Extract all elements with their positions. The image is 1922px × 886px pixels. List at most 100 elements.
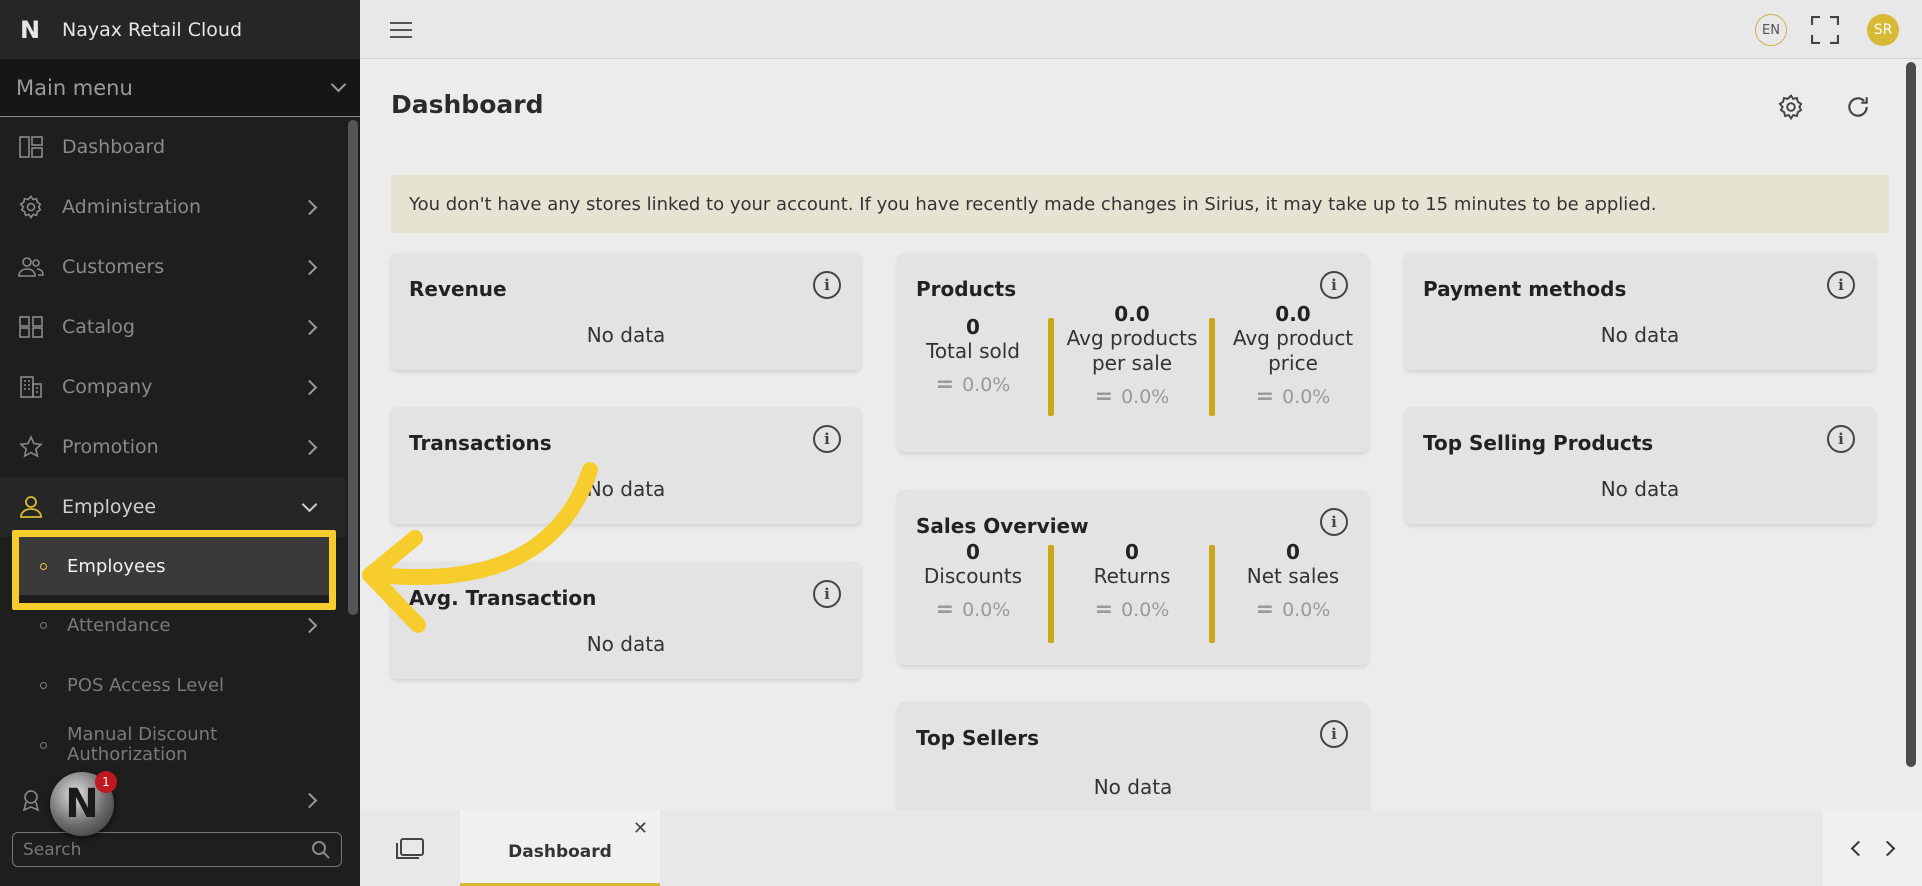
- sidebar-item-administration[interactable]: Administration: [0, 177, 345, 237]
- tabs-overview-icon[interactable]: [396, 838, 424, 860]
- sidebar-item-employee[interactable]: Employee: [0, 477, 345, 537]
- info-icon[interactable]: i: [813, 580, 841, 608]
- revenue-card: Revenue i No data: [391, 253, 861, 370]
- equal-icon: =: [935, 372, 955, 397]
- sidebar-scrollbar[interactable]: [348, 120, 358, 615]
- stat-change: = 0.0%: [898, 372, 1048, 397]
- stat-change-value: 0.0%: [1121, 386, 1170, 408]
- stat-change: = 0.0%: [1218, 597, 1368, 622]
- card-title: Payment methods: [1423, 277, 1627, 301]
- stat-label: Total sold: [926, 339, 1020, 363]
- stat-change: = 0.0%: [1057, 384, 1207, 409]
- products-card: Products i 0 Total sold = 0.0% 0.0 Avg pr…: [898, 253, 1368, 452]
- equal-icon: =: [1255, 597, 1275, 622]
- stat-label: Discounts: [923, 564, 1023, 588]
- equal-icon: =: [1255, 384, 1275, 409]
- stat-label: Avg products per sale: [1066, 326, 1198, 375]
- stat-label: Returns: [1093, 564, 1171, 588]
- users-icon: [18, 255, 44, 279]
- tab-label: Dashboard: [508, 842, 612, 862]
- notification-badge: 1: [95, 771, 117, 793]
- sidebar-item-customers[interactable]: Customers: [0, 237, 345, 297]
- sidebar-search-input[interactable]: Search: [12, 832, 342, 867]
- stat-value: 0.0: [1114, 302, 1150, 326]
- info-icon[interactable]: i: [813, 271, 841, 299]
- no-data-text: No data: [586, 323, 666, 347]
- no-data-text: No data: [1093, 775, 1173, 799]
- chevron-left-icon[interactable]: [1850, 840, 1866, 856]
- stat-label: Avg product price: [1232, 326, 1354, 375]
- hamburger-menu-icon[interactable]: [390, 22, 412, 38]
- sidebar-item-label: Administration: [62, 196, 202, 218]
- info-icon[interactable]: i: [1320, 508, 1348, 536]
- no-data-text: No data: [586, 632, 666, 656]
- bottom-tab-bar: Dashboard ✕: [360, 810, 1922, 886]
- chevron-right-icon: [301, 319, 318, 335]
- stat-avg-product-price: 0.0 Avg product price = 0.0%: [1218, 302, 1368, 409]
- info-icon[interactable]: i: [1827, 271, 1855, 299]
- stat-change-value: 0.0%: [1282, 599, 1331, 621]
- building-icon: [18, 375, 44, 399]
- info-icon[interactable]: i: [813, 425, 841, 453]
- card-title: Products: [916, 277, 1017, 301]
- stat-change-value: 0.0%: [962, 599, 1011, 621]
- app-title: Nayax Retail Cloud: [62, 18, 243, 41]
- sidebar-item-promotion[interactable]: Promotion: [0, 417, 345, 477]
- stat-total-sold: 0 Total sold = 0.0%: [898, 315, 1048, 397]
- stat-change-value: 0.0%: [962, 374, 1011, 396]
- grid-icon: [18, 315, 44, 339]
- language-selector[interactable]: EN: [1755, 14, 1787, 46]
- card-title: Top Selling Products: [1423, 431, 1654, 455]
- fullscreen-icon[interactable]: [1811, 16, 1839, 44]
- bullet-icon: [40, 681, 47, 689]
- no-data-text: No data: [586, 477, 666, 501]
- settings-gear-icon[interactable]: [1778, 94, 1804, 120]
- sidebar-subitem-pos-access-level[interactable]: POS Access Level: [0, 655, 345, 715]
- sidebar-item-company[interactable]: Company: [0, 357, 345, 417]
- stat-change-value: 0.0%: [1121, 599, 1170, 621]
- main-menu-label: Main menu: [16, 75, 133, 100]
- stat-avg-products-per-sale: 0.0 Avg products per sale = 0.0%: [1057, 302, 1207, 409]
- close-icon[interactable]: ✕: [633, 818, 648, 839]
- card-title: Avg. Transaction: [409, 586, 597, 610]
- tab-dashboard[interactable]: Dashboard ✕: [460, 810, 660, 886]
- stat-discounts: 0 Discounts = 0.0%: [898, 540, 1048, 622]
- info-icon[interactable]: i: [1827, 425, 1855, 453]
- top-sellers-card: Top Sellers i No data: [898, 702, 1368, 810]
- sidebar-item-catalog[interactable]: Catalog: [0, 297, 345, 357]
- sidebar-subitem-label: Manual Discount Authorization: [67, 724, 218, 765]
- sidebar-subitem-label: POS Access Level: [67, 674, 225, 696]
- gear-icon: [18, 195, 44, 219]
- chevron-right-icon: [301, 439, 318, 455]
- card-title: Sales Overview: [916, 514, 1089, 538]
- sidebar-item-label: Company: [62, 376, 153, 398]
- tab-pager: [1823, 810, 1922, 886]
- main-scrollbar[interactable]: [1905, 60, 1917, 770]
- chevron-right-icon[interactable]: [1879, 840, 1895, 856]
- sidebar-subitem-label: Attendance: [67, 614, 171, 636]
- sidebar-subitem-manual-discount-authorization[interactable]: Manual Discount Authorization: [0, 715, 345, 775]
- person-icon: [18, 495, 44, 519]
- divider: [1209, 318, 1215, 416]
- no-stores-alert: You don't have any stores linked to your…: [391, 175, 1889, 233]
- main-menu-toggle[interactable]: Main menu: [0, 59, 360, 117]
- chevron-right-icon: [301, 259, 318, 275]
- refresh-icon[interactable]: [1845, 94, 1871, 120]
- info-icon[interactable]: i: [1320, 720, 1348, 748]
- top-selling-products-card: Top Selling Products i No data: [1405, 407, 1875, 524]
- sidebar-item-dashboard[interactable]: Dashboard: [0, 117, 345, 177]
- sidebar-item-label: Dashboard: [62, 136, 166, 158]
- sidebar-nav: Dashboard Administration Customers Catal…: [0, 117, 345, 825]
- chevron-right-icon: [301, 617, 318, 633]
- card-title: Top Sellers: [916, 726, 1040, 750]
- card-title: Revenue: [409, 277, 507, 301]
- brand-header[interactable]: N Nayax Retail Cloud: [0, 0, 360, 59]
- payment-methods-card: Payment methods i No data: [1405, 253, 1875, 370]
- divider: [1048, 318, 1054, 416]
- stat-change: = 0.0%: [1218, 384, 1368, 409]
- info-icon[interactable]: i: [1320, 271, 1348, 299]
- chevron-down-icon: [301, 496, 318, 512]
- user-avatar[interactable]: SR: [1867, 14, 1899, 46]
- equal-icon: =: [1094, 597, 1114, 622]
- search-icon: [312, 840, 330, 859]
